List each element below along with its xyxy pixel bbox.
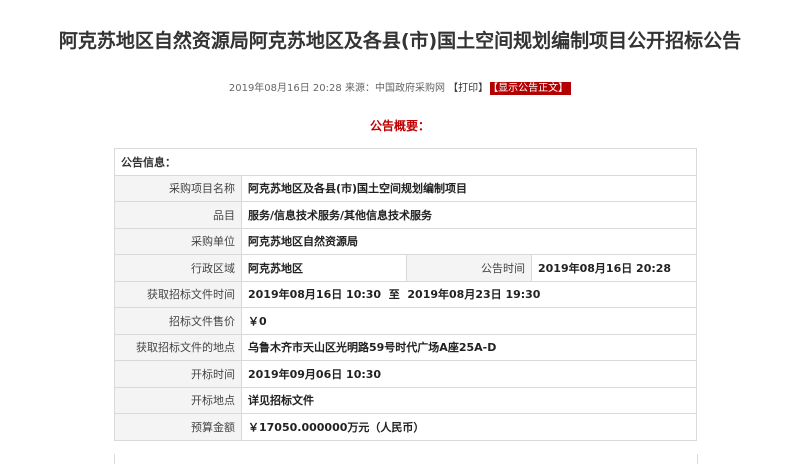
table-continuation	[114, 454, 698, 464]
source-link[interactable]: 中国政府采购网	[375, 83, 445, 94]
table-row: 采购单位 阿克苏地区自然资源局	[114, 227, 697, 255]
page-title: 阿克苏地区自然资源局阿克苏地区及各县(市)国土空间规划编制项目公开招标公告	[58, 30, 742, 52]
row-value: 阿克苏地区	[241, 254, 407, 282]
row-label: 采购项目名称	[114, 174, 242, 202]
row-value: 乌鲁木齐市天山区光明路59号时代广场A座25A-D	[241, 333, 697, 361]
row-label: 招标文件售价	[114, 307, 242, 335]
row-label: 行政区域	[114, 254, 242, 282]
row-value: ￥17050.000000万元（人民币）	[241, 413, 697, 441]
row-label: 获取招标文件的地点	[114, 333, 242, 361]
section-title: 公告信息：	[114, 148, 697, 176]
row-label: 品目	[114, 201, 242, 229]
row-label: 预算金额	[114, 413, 242, 441]
table-row: 招标文件售价 ￥0	[114, 307, 697, 335]
row-label: 公告时间	[406, 254, 532, 282]
row-label: 获取招标文件时间	[114, 280, 242, 308]
table-row: 采购项目名称 阿克苏地区及各县(市)国土空间规划编制项目	[114, 174, 697, 202]
table-row: 公告信息：	[114, 148, 697, 176]
print-button[interactable]: 【打印】	[448, 83, 488, 94]
row-label: 开标地点	[114, 386, 242, 414]
row-value: ￥0	[241, 307, 697, 335]
source-label: 来源：	[344, 83, 375, 94]
row-value: 阿克苏地区自然资源局	[241, 227, 697, 255]
row-label: 采购单位	[114, 227, 242, 255]
announcement-meta: 2019年08月16日 20:28 来源：中国政府采购网 【打印】 【显示公告正文…	[0, 79, 800, 95]
table-row: 行政区域 阿克苏地区 公告时间 2019年08月16日 20:28	[114, 254, 697, 282]
table-row: 获取招标文件的地点 乌鲁木齐市天山区光明路59号时代广场A座25A-D	[114, 333, 697, 361]
publish-date: 2019年08月16日 20:28	[228, 83, 342, 94]
row-value: 阿克苏地区及各县(市)国土空间规划编制项目	[241, 174, 697, 202]
row-value: 2019年08月16日 20:28	[531, 254, 697, 282]
table-row: 预算金额 ￥17050.000000万元（人民币）	[114, 413, 697, 441]
summary-title: 公告概要：	[369, 119, 430, 133]
row-value: 服务/信息技术服务/其他信息技术服务	[241, 201, 697, 229]
row-label: 开标时间	[114, 360, 242, 388]
table-row: 开标地点 详见招标文件	[114, 386, 697, 414]
table-row: 开标时间 2019年09月06日 10:30	[114, 360, 697, 388]
table-row: 品目 服务/信息技术服务/其他信息技术服务	[114, 201, 697, 229]
announcement-info-table: 公告信息： 采购项目名称 阿克苏地区及各县(市)国土空间规划编制项目 品目 服务…	[114, 148, 697, 441]
row-value: 2019年09月06日 10:30	[241, 360, 697, 388]
table-row: 获取招标文件时间 2019年08月16日 10:30 至 2019年08月23日…	[114, 280, 697, 308]
show-original-button[interactable]: 【显示公告正文】	[490, 82, 572, 95]
row-value: 详见招标文件	[241, 386, 697, 414]
row-value: 2019年08月16日 10:30 至 2019年08月23日 19:30	[241, 280, 697, 308]
